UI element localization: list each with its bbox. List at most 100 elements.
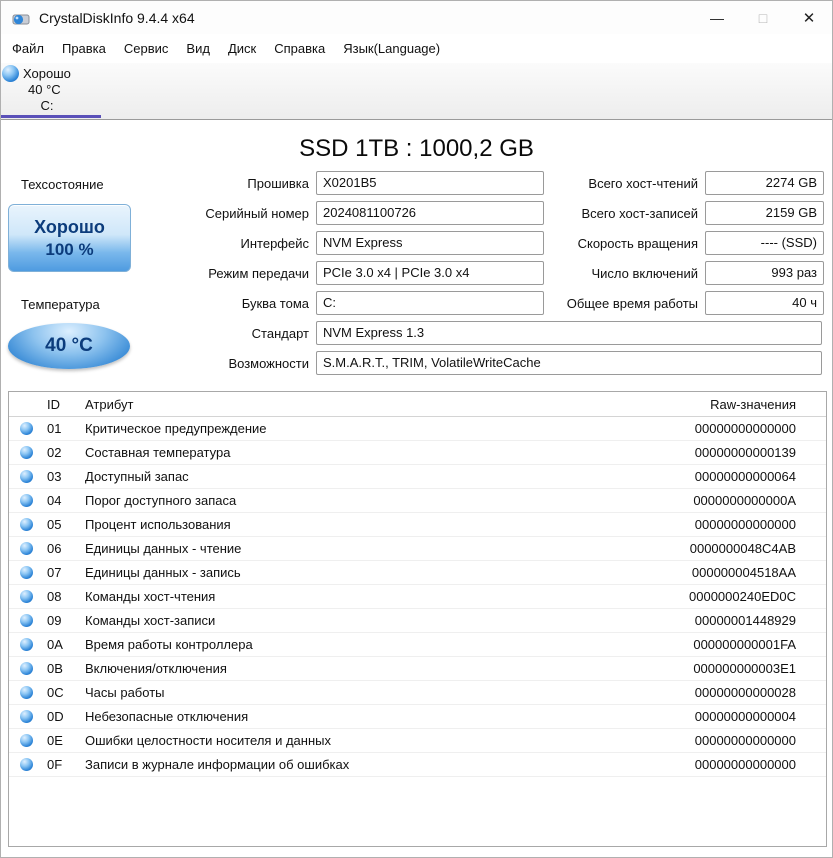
- field-value-serial_number[interactable]: 2024081100726: [316, 201, 544, 225]
- table-row[interactable]: 08 Команды хост-чтения 0000000240ED0C: [9, 585, 826, 609]
- close-icon[interactable]: ✕: [786, 1, 832, 34]
- cell-attribute: Время работы контроллера: [85, 637, 253, 652]
- table-row[interactable]: 0D Небезопасные отключения 00000000000004: [9, 705, 826, 729]
- cell-raw: 00000000000000: [694, 421, 796, 436]
- cell-raw: 00000000000028: [694, 685, 796, 700]
- menu-item-edit[interactable]: Правка: [53, 34, 115, 63]
- fields-wide: Стандарт NVM Express 1.3 Возможности S.M.A.…: [131, 321, 822, 381]
- status-good-icon: [19, 662, 33, 675]
- cell-id: 0B: [47, 661, 63, 676]
- table-row[interactable]: 01 Критическое предупреждение 000000000000…: [9, 417, 826, 441]
- table-row[interactable]: 04 Порог доступного запаса 0000000000000A: [9, 489, 826, 513]
- field-row-transfer_mode: Режим передачи PCIe 3.0 x4 | PCIe 3.0 x4: [131, 261, 544, 285]
- cell-attribute: Доступный запас: [85, 469, 189, 484]
- table-row[interactable]: 06 Единицы данных - чтение 0000000048C4AB: [9, 537, 826, 561]
- status-good-icon: [19, 590, 33, 603]
- field-label-interface: Интерфейс: [240, 235, 309, 251]
- cell-status: [9, 542, 43, 555]
- field-value-total_host_writes[interactable]: 2159 GB: [705, 201, 824, 225]
- field-label-total_host_reads: Всего хост-чтений: [588, 175, 698, 191]
- table-row[interactable]: 0F Записи в журнале информации об ошибках…: [9, 753, 826, 777]
- health-status-text: Хорошо: [34, 216, 105, 237]
- header-raw[interactable]: Raw-значения: [611, 397, 826, 412]
- field-value-interface[interactable]: NVM Express: [316, 231, 544, 255]
- menu-item-help[interactable]: Справка: [265, 34, 334, 63]
- cell-id: 0D: [47, 709, 64, 724]
- cell-raw: 000000000003E1: [693, 661, 796, 676]
- table-row[interactable]: 0A Время работы контроллера 000000000001FA: [9, 633, 826, 657]
- status-good-icon: [19, 638, 33, 651]
- cell-status: [9, 758, 43, 771]
- window-title: CrystalDiskInfo 9.4.4 x64: [39, 9, 195, 26]
- field-value-rotation_rate[interactable]: ---- (SSD): [705, 231, 824, 255]
- cell-status: [9, 566, 43, 579]
- cell-id: 01: [47, 421, 62, 436]
- status-good-icon: [19, 470, 33, 483]
- menu-item-disk[interactable]: Диск: [219, 34, 265, 63]
- title-bar: CrystalDiskInfo 9.4.4 x64 — □ ✕: [1, 1, 832, 34]
- cell-status: [9, 518, 43, 531]
- cell-status: [9, 614, 43, 627]
- table-row[interactable]: 02 Составная температура 00000000000139: [9, 441, 826, 465]
- field-value-firmware[interactable]: X0201B5: [316, 171, 544, 195]
- fields-right: Всего хост-чтений 2274 GB Всего хост-запис…: [538, 171, 824, 321]
- table-row[interactable]: 0C Часы работы 00000000000028: [9, 681, 826, 705]
- cell-attribute: Единицы данных - запись: [85, 565, 241, 580]
- health-status-button[interactable]: Хорошо 100 %: [8, 204, 131, 272]
- smart-table-body: 01 Критическое предупреждение 000000000000…: [9, 417, 826, 777]
- cell-raw: 0000000240ED0C: [689, 589, 796, 604]
- table-row[interactable]: 07 Единицы данных - запись 000000004518AA: [9, 561, 826, 585]
- menu-item-language[interactable]: Язык(Language): [334, 34, 449, 63]
- table-row[interactable]: 09 Команды хост-записи 00000001448929: [9, 609, 826, 633]
- cell-status: [9, 686, 43, 699]
- field-row-interface: Интерфейс NVM Express: [131, 231, 544, 255]
- table-row[interactable]: 05 Процент использования 00000000000000: [9, 513, 826, 537]
- table-row[interactable]: 0B Включения/отключения 000000000003E1: [9, 657, 826, 681]
- fields-mid: Прошивка X0201B5 Серийный номер 20240811007…: [131, 171, 544, 321]
- status-good-icon: [19, 518, 33, 531]
- cell-id: 0A: [47, 637, 63, 652]
- drive-temperature-label: 40 °C: [28, 82, 61, 97]
- field-label-standard: Стандарт: [251, 325, 309, 341]
- minimize-icon[interactable]: —: [694, 1, 740, 34]
- cell-status: [9, 590, 43, 603]
- field-value-power_on_hours[interactable]: 40 ч: [705, 291, 824, 315]
- field-value-transfer_mode[interactable]: PCIe 3.0 x4 | PCIe 3.0 x4: [316, 261, 544, 285]
- health-section-label: Техсостояние: [21, 177, 104, 192]
- field-label-features: Возможности: [228, 355, 309, 371]
- menu-item-function[interactable]: Сервис: [115, 34, 178, 63]
- field-value-standard[interactable]: NVM Express 1.3: [316, 321, 822, 345]
- field-label-transfer_mode: Режим передачи: [208, 265, 309, 281]
- header-attribute[interactable]: Атрибут: [81, 397, 611, 412]
- menu-item-file[interactable]: Файл: [3, 34, 53, 63]
- menu-bar: Файл Правка Сервис Вид Диск Справка Язык(Langu…: [1, 34, 832, 63]
- header-id[interactable]: ID: [43, 397, 81, 412]
- field-label-power_on_count: Число включений: [591, 265, 699, 281]
- drive-selected-indicator: [1, 115, 101, 118]
- field-row-standard: Стандарт NVM Express 1.3: [131, 321, 822, 345]
- cell-id: 09: [47, 613, 62, 628]
- temperature-button[interactable]: 40 °C: [8, 323, 130, 369]
- cell-attribute: Небезопасные отключения: [85, 709, 249, 724]
- menu-item-view[interactable]: Вид: [177, 34, 219, 63]
- cell-attribute: Команды хост-чтения: [85, 589, 216, 604]
- cell-id: 07: [47, 565, 62, 580]
- field-label-drive_letter: Буква тома: [241, 295, 309, 311]
- cell-id: 06: [47, 541, 62, 556]
- cell-attribute: Составная температура: [85, 445, 231, 460]
- drive-tab-c[interactable]: Хорошо 40 °C C:: [1, 63, 101, 119]
- field-label-rotation_rate: Скорость вращения: [577, 235, 698, 251]
- table-row[interactable]: 0E Ошибки целостности носителя и данных 00…: [9, 729, 826, 753]
- field-value-total_host_reads[interactable]: 2274 GB: [705, 171, 824, 195]
- cell-attribute: Включения/отключения: [85, 661, 227, 676]
- cell-id: 0F: [47, 757, 63, 772]
- field-value-features[interactable]: S.M.A.R.T., TRIM, VolatileWriteCache: [316, 351, 822, 375]
- field-value-drive_letter[interactable]: C:: [316, 291, 544, 315]
- maximize-icon[interactable]: □: [740, 1, 786, 34]
- field-value-power_on_count[interactable]: 993 раз: [705, 261, 824, 285]
- app-window: CrystalDiskInfo 9.4.4 x64 — □ ✕ Файл Прав…: [0, 0, 833, 858]
- table-row[interactable]: 03 Доступный запас 00000000000064: [9, 465, 826, 489]
- cell-attribute: Процент использования: [85, 517, 231, 532]
- cell-id: 03: [47, 469, 62, 484]
- cell-status: [9, 494, 43, 507]
